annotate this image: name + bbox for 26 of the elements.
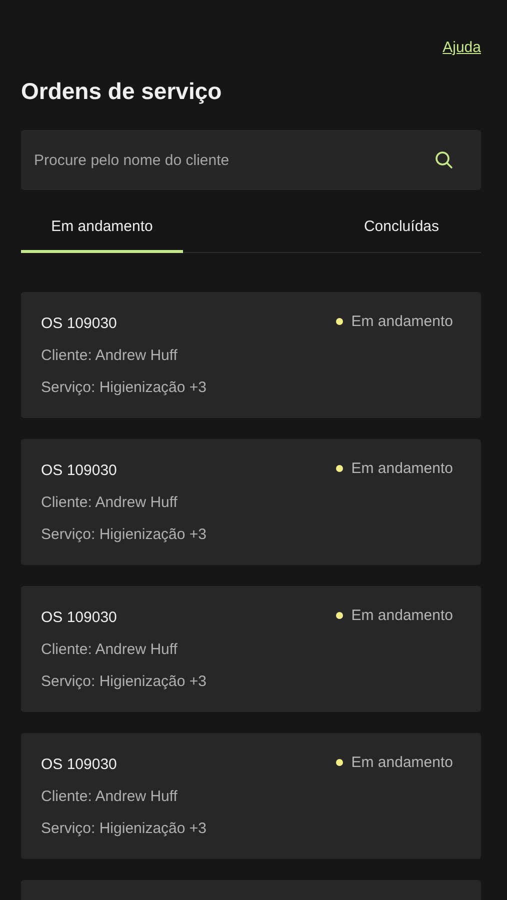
order-status: Em andamento: [351, 313, 453, 330]
order-card[interactable]: OS 109030 Em andamento Cliente: Andrew Huff Serviço: Higienização +3: [21, 586, 481, 712]
order-number: OS 109030: [41, 314, 117, 332]
order-number: OS 109030: [41, 756, 117, 772]
help-link[interactable]: Ajuda: [442, 39, 481, 58]
order-status: Em andamento: [351, 754, 453, 771]
order-number: OS 109030: [41, 608, 117, 626]
order-status: Em andamento: [351, 607, 453, 624]
service-name: Serviço: Higienização +3: [41, 379, 208, 396]
tab[interactable]: Em andamento: [21, 208, 183, 253]
order-card[interactable]: OS 109030 Em andamento Cliente: Andrew Huff Serviço: Higienização +3: [21, 439, 481, 565]
client-name: Cliente: Andrew Huff: [41, 347, 178, 364]
client-name: Cliente: Andrew Huff: [41, 641, 178, 658]
tab[interactable]: Concluídas: [342, 208, 481, 253]
client-name: Cliente: Andrew Huff: [41, 788, 178, 805]
order-status: Em andamento: [351, 460, 453, 477]
page-title: Ordens de serviço: [21, 78, 223, 106]
client-name: Cliente: Andrew Huff: [41, 494, 178, 511]
search-field[interactable]: Procure pelo nome do cliente: [21, 130, 481, 190]
order-card[interactable]: OS 109030 Em andamento Cliente: Andrew Huff Serviço: Higienização +3: [21, 292, 481, 418]
service-name: Serviço: Higienização +3: [41, 820, 208, 837]
search-icon[interactable]: [435, 151, 453, 169]
service-name: Serviço: Higienização +3: [41, 673, 208, 690]
order-card[interactable]: OS 109030 Em andamento Cliente: Andrew Huff Serviço: Higienização +3: [21, 733, 481, 859]
service-name: Serviço: Higienização +3: [41, 526, 208, 543]
order-number: OS 109030: [41, 462, 117, 478]
